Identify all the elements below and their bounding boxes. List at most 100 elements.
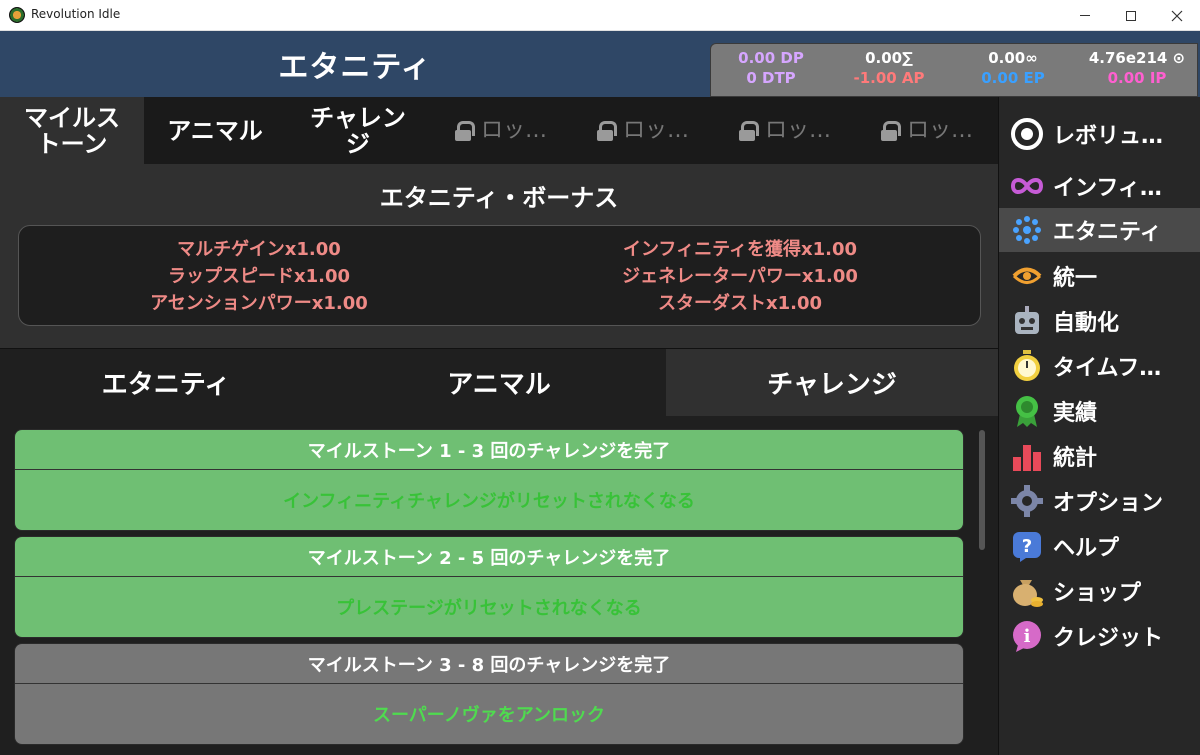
- bonus-right-column: インフィニティを獲得x1.00 ジェネレーターパワーx1.00 スターダストx1…: [500, 236, 980, 317]
- milestone-list[interactable]: マイルストーン 1 - 3 回のチャレンジを完了 インフィニティチャレンジがリセ…: [0, 416, 998, 755]
- milestone-card: マイルストーン 2 - 5 回のチャレンジを完了 プレステージがリセットされなく…: [14, 536, 964, 638]
- lock-icon: [454, 120, 475, 141]
- infinity-value: 0.00∞: [988, 49, 1038, 67]
- sidebar-item-eternity[interactable]: エタニティ: [999, 208, 1200, 252]
- svg-text:i: i: [1024, 626, 1031, 647]
- bar-chart-icon: [1009, 438, 1045, 474]
- sidebar-item-label: 自動化: [1053, 311, 1120, 336]
- tab-milestones[interactable]: マイルス トーン: [0, 97, 144, 164]
- resource-panel: 0.00 DP 0 DTP 0.00∑ -1.00 AP 0.00∞ 0.00 …: [710, 43, 1198, 97]
- sidebar-item-label: オプション: [1053, 491, 1164, 516]
- sidebar-nav: レボリュ… インフィ… エタニティ 統一 自動化 タイムフ… 実績 統計 オプシ…: [998, 97, 1200, 755]
- achievement-ribbon-icon: [1009, 393, 1045, 429]
- sidebar-item-label: ショップ: [1053, 581, 1142, 606]
- bonus-ascension-power: アセンションパワーx1.00: [150, 293, 368, 314]
- header: エタニティ 0.00 DP 0 DTP 0.00∑ -1.00 AP 0.00∞…: [0, 31, 1200, 97]
- bonus-stardust: スターダストx1.00: [657, 293, 823, 314]
- top-value: 4.76e214 ⊙: [1088, 49, 1186, 67]
- sidebar-item-automation[interactable]: 自動化: [999, 299, 1200, 343]
- eternity-icon: [1009, 212, 1045, 248]
- sidebar-item-label: インフィ…: [1053, 176, 1162, 201]
- sigma-value: 0.00∑: [865, 49, 913, 67]
- sidebar-item-options[interactable]: オプション: [999, 479, 1200, 523]
- lock-icon: [738, 120, 759, 141]
- minimize-icon: [1080, 15, 1090, 16]
- milestone-requirement: マイルストーン 3 - 8 回のチャレンジを完了: [15, 644, 963, 684]
- milestone-reward: プレステージがリセットされなくなる: [15, 577, 963, 637]
- bonus-title: エタニティ・ボーナス: [379, 184, 619, 212]
- minimize-button[interactable]: [1062, 0, 1108, 31]
- money-bag-icon: [1009, 573, 1045, 609]
- eternity-bonus-section: エタニティ・ボーナス マルチゲインx1.00 ラップスピードx1.00 アセンシ…: [0, 164, 998, 348]
- gear-icon: [1009, 483, 1045, 519]
- revolution-icon: [1009, 116, 1045, 152]
- tab-animals[interactable]: アニマル: [144, 97, 286, 164]
- bonus-infinity-gain: インフィニティを獲得x1.00: [622, 239, 858, 260]
- sidebar-item-label: クレジット: [1053, 626, 1164, 651]
- dp-value: 0.00 DP: [738, 49, 804, 67]
- milestone-card: マイルストーン 3 - 8 回のチャレンジを完了 スーパーノヴァをアンロック: [14, 643, 964, 745]
- sidebar-item-unify[interactable]: 統一: [999, 254, 1200, 298]
- sidebar-item-credits[interactable]: i クレジット: [999, 614, 1200, 658]
- tab-locked-2[interactable]: ロッ…: [572, 97, 714, 164]
- bonus-generator-power: ジェネレーターパワーx1.00: [622, 266, 858, 287]
- close-icon: [1171, 10, 1183, 21]
- tab-locked-label: ロッ…: [622, 117, 689, 143]
- sidebar-item-label: 統計: [1053, 446, 1098, 471]
- app-logo-icon: [9, 7, 25, 23]
- resource-sigma-group: 0.00∑ -1.00 AP: [829, 48, 949, 88]
- sub-tab-bar: エタニティ アニマル チャレンジ: [0, 348, 998, 416]
- milestone-requirement: マイルストーン 1 - 3 回のチャレンジを完了: [15, 430, 963, 470]
- tab-locked-label: ロッ…: [480, 117, 547, 143]
- milestone-requirement: マイルストーン 2 - 5 回のチャレンジを完了: [15, 537, 963, 577]
- resource-top-group: 4.76e214 ⊙ 0.00 IP: [1077, 48, 1197, 88]
- ip-value: 0.00 IP: [1107, 69, 1167, 87]
- lock-icon: [880, 120, 901, 141]
- question-icon: ?: [1009, 528, 1045, 564]
- sidebar-item-infinity[interactable]: インフィ…: [999, 164, 1200, 208]
- maximize-button[interactable]: [1108, 0, 1154, 31]
- sidebar-item-revolution[interactable]: レボリュ…: [999, 112, 1200, 156]
- infinity-icon: [1009, 168, 1045, 204]
- robot-icon: [1009, 303, 1045, 339]
- sidebar-item-statistics[interactable]: 統計: [999, 434, 1200, 478]
- lock-icon: [596, 120, 617, 141]
- stopwatch-icon: [1009, 348, 1045, 384]
- info-icon: i: [1009, 618, 1045, 654]
- ap-value: -1.00 AP: [853, 69, 925, 87]
- sidebar-item-label: 実績: [1053, 401, 1098, 426]
- close-button[interactable]: [1154, 0, 1200, 31]
- milestone-reward: スーパーノヴァをアンロック: [15, 684, 963, 744]
- window-titlebar: Revolution Idle: [0, 0, 1200, 31]
- sidebar-item-help[interactable]: ? ヘルプ: [999, 524, 1200, 568]
- resource-inf-group: 0.00∞ 0.00 EP: [953, 48, 1073, 88]
- sidebar-item-label: ヘルプ: [1053, 536, 1120, 561]
- unify-icon: [1009, 258, 1045, 294]
- tab-locked-4[interactable]: ロッ…: [856, 97, 998, 164]
- tab-challenges[interactable]: チャレン ジ: [286, 97, 430, 164]
- tab-locked-3[interactable]: ロッ…: [714, 97, 856, 164]
- list-scrollbar[interactable]: [979, 430, 985, 550]
- sidebar-item-achievements[interactable]: 実績: [999, 389, 1200, 433]
- milestone-reward: インフィニティチャレンジがリセットされなくなる: [15, 470, 963, 530]
- dtp-value: 0 DTP: [746, 69, 796, 87]
- bonus-left-column: マルチゲインx1.00 ラップスピードx1.00 アセンションパワーx1.00: [19, 236, 499, 317]
- resource-dp-group: 0.00 DP 0 DTP: [711, 48, 831, 88]
- sidebar-item-label: エタニティ: [1053, 220, 1162, 245]
- top-tab-bar: マイルス トーン アニマル チャレン ジ ロッ… ロッ… ロッ… ロッ…: [0, 97, 998, 164]
- sidebar-item-label: レボリュ…: [1053, 124, 1164, 149]
- sidebar-item-label: タイムフ…: [1053, 356, 1162, 381]
- sidebar-item-shop[interactable]: ショップ: [999, 569, 1200, 613]
- tab-locked-label: ロッ…: [764, 117, 831, 143]
- bonus-lap-speed: ラップスピードx1.00: [167, 266, 351, 287]
- sidebar-item-timeflow[interactable]: タイムフ…: [999, 344, 1200, 388]
- subtab-challenges[interactable]: チャレンジ: [666, 349, 998, 416]
- sidebar-item-label: 統一: [1053, 266, 1098, 291]
- bonus-multigain: マルチゲインx1.00: [177, 239, 341, 260]
- subtab-animals[interactable]: アニマル: [332, 349, 666, 416]
- tab-locked-1[interactable]: ロッ…: [430, 97, 572, 164]
- maximize-icon: [1126, 10, 1136, 21]
- milestone-card: マイルストーン 1 - 3 回のチャレンジを完了 インフィニティチャレンジがリセ…: [14, 429, 964, 531]
- ep-value: 0.00 EP: [981, 69, 1045, 87]
- subtab-eternity[interactable]: エタニティ: [0, 349, 332, 416]
